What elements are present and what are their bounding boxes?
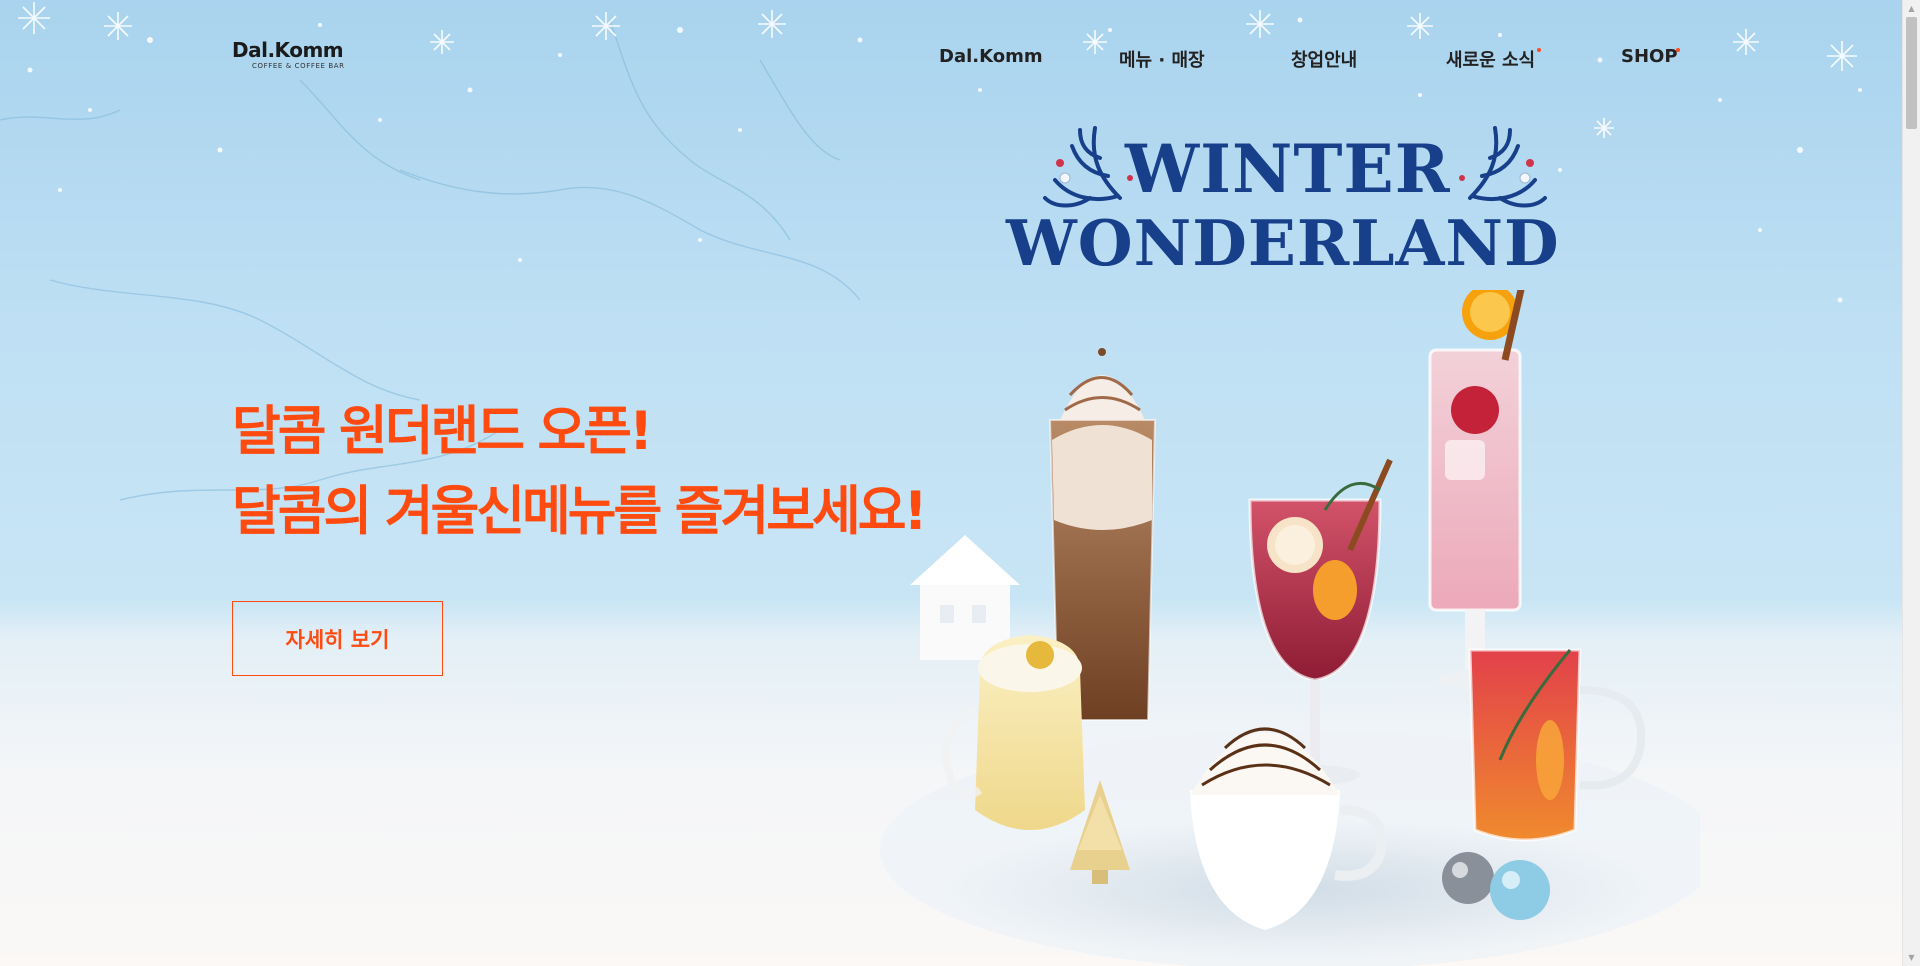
scroll-thumb[interactable]: [1906, 17, 1917, 129]
hero-headline: 달콤 원더랜드 오픈! 달콤의 겨울신메뉴를 즐겨보세요!: [232, 392, 928, 552]
winter-drinks-image: [880, 290, 1700, 966]
site-header: Dal.Komm COFFEE & COFFEE BAR Dal.Komm 메뉴…: [0, 0, 1902, 110]
hero-banner: Dal.Komm COFFEE & COFFEE BAR Dal.Komm 메뉴…: [0, 0, 1902, 966]
headline-line-1: 달콤 원더랜드 오픈!: [232, 401, 653, 462]
promo-title-line2: WONDERLAND: [1006, 206, 1560, 280]
view-details-button[interactable]: 자세히 보기: [232, 601, 443, 676]
nav-item-shop[interactable]: SHOP: [1621, 46, 1678, 67]
headline-line-2: 달콤의 겨울신메뉴를 즐겨보세요!: [232, 481, 928, 542]
page-viewport: Dal.Komm COFFEE & COFFEE BAR Dal.Komm 메뉴…: [0, 0, 1902, 966]
nav-item-menu-store[interactable]: 메뉴 · 매장: [1119, 46, 1205, 72]
scroll-down-icon[interactable]: ▼: [1903, 949, 1920, 966]
scroll-up-icon[interactable]: ▲: [1903, 0, 1920, 17]
promo-title: WINTER WONDERLAND: [1000, 118, 1590, 288]
nav-item-dalkomm[interactable]: Dal.Komm: [939, 46, 1043, 67]
page-scrollbar[interactable]: ▲ ▼: [1902, 0, 1920, 966]
nav-item-news[interactable]: 새로운 소식: [1446, 46, 1535, 72]
nav-item-franchise[interactable]: 창업안내: [1291, 46, 1357, 72]
promo-title-line1: WINTER: [1125, 130, 1451, 208]
shop-new-dot: [1676, 48, 1680, 52]
main-nav: Dal.Komm 메뉴 · 매장 창업안내 새로운 소식 SHOP: [0, 46, 1902, 72]
news-new-dot: [1537, 48, 1541, 52]
